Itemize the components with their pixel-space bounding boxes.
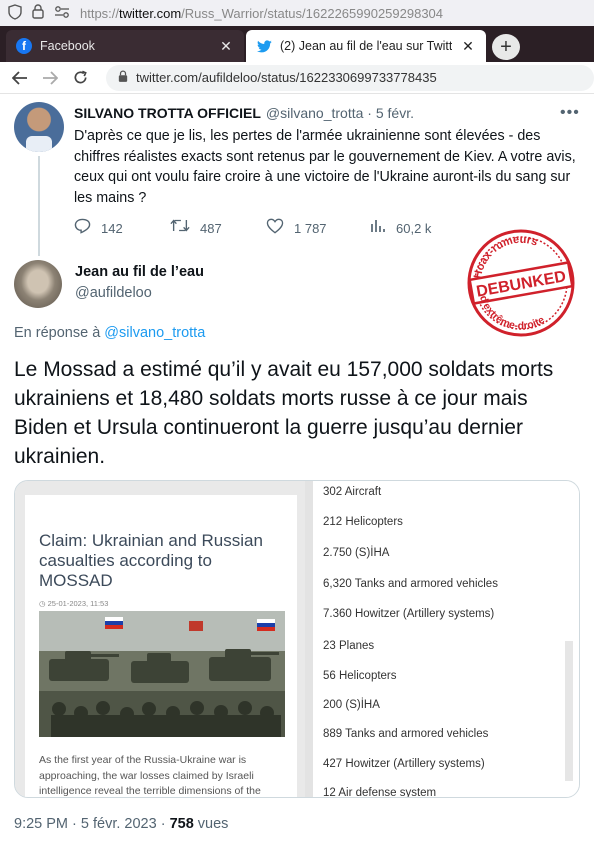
article-screenshot: Claim: Ukrainian and Russian casualties … (15, 481, 305, 797)
permissions-icon[interactable] (54, 5, 70, 22)
tweet-text: D'après ce que je lis, les pertes de l'a… (74, 128, 576, 206)
tab-title: (2) Jean au fil de l'eau sur Twitter (280, 39, 452, 53)
scrollbar (565, 641, 573, 781)
reload-button[interactable] (68, 66, 92, 90)
url-domain: twitter.com (119, 5, 182, 21)
tweet-text: Le Mossad a estimé qu’il y avait eu 157,… (14, 358, 554, 468)
reply-icon (74, 218, 91, 239)
address-bar[interactable]: twitter.com/aufildeloo/status/1622330699… (106, 64, 594, 91)
debunked-stamp: Hoax-rumeurs DEBUNKED d'extrême-droite (463, 225, 579, 341)
tweet-timestamp[interactable]: 9:25 PM · 5 févr. 2023 · (14, 816, 166, 832)
tank-photo (39, 611, 285, 737)
tab-facebook[interactable]: f Facebook ✕ (6, 30, 244, 62)
list-item: 12 Air defense system (323, 787, 437, 798)
url-protocol: https:// (80, 5, 120, 21)
tweet-actions: 142 487 1 787 60,2 k (74, 218, 454, 238)
top-url-bar[interactable]: https://twitter.com/Russ_Warrior/status/… (0, 0, 594, 26)
divider (305, 481, 313, 797)
facebook-icon: f (16, 38, 32, 54)
tweet-metadata: 9:25 PM · 5 févr. 2023 · 758 vues (14, 816, 228, 832)
tab-title: Facebook (40, 39, 95, 53)
list-item: 212 Helicopters (323, 516, 403, 528)
losses-list: 302 Aircraft 212 Helicopters 2.750 (S)İH… (305, 481, 579, 798)
views-count: 60,2 k (396, 220, 432, 236)
analytics-icon (370, 218, 386, 238)
author-name[interactable]: Jean au fil de l’eau (75, 264, 204, 280)
list-item: 889 Tanks and armored vehicles (323, 728, 489, 740)
close-icon[interactable]: ✕ (460, 38, 476, 55)
avatar[interactable] (14, 102, 64, 152)
back-button[interactable] (8, 66, 32, 90)
list-item: 427 Howitzer (Artillery systems) (323, 758, 485, 770)
avatar[interactable] (14, 260, 62, 308)
twitter-icon (256, 38, 272, 54)
reply-button[interactable]: 142 (74, 218, 123, 239)
tab-strip: f Facebook ✕ (2) Jean au fil de l'eau su… (0, 26, 594, 62)
heart-icon (266, 218, 284, 239)
retweet-button[interactable]: 487 (170, 218, 222, 238)
tweet-header: SILVANO TROTTA OFFICIEL @silvano_trotta … (74, 105, 414, 121)
author-handle[interactable]: @aufildeloo (75, 285, 152, 301)
new-tab-button[interactable]: + (492, 34, 520, 60)
list-item: 56 Helicopters (323, 670, 397, 682)
article-date-text: 25-01-2023, 11:53 (47, 599, 109, 608)
views-label: vues (197, 816, 229, 832)
tweet-image[interactable]: Claim: Ukrainian and Russian casualties … (14, 480, 580, 798)
article-date: ◷ 25-01-2023, 11:53 (39, 599, 108, 608)
forward-button[interactable] (38, 66, 62, 90)
list-item: 2.750 (S)İHA (323, 547, 390, 559)
views-button[interactable]: 60,2 k (370, 218, 431, 238)
reply-count: 142 (101, 221, 123, 236)
like-count: 1 787 (294, 221, 327, 236)
plus-icon: + (500, 35, 512, 58)
list-item: 7.360 Howitzer (Artillery systems) (323, 608, 495, 620)
list-item: 23 Planes (323, 640, 375, 652)
list-item: 302 Aircraft (323, 486, 382, 498)
more-options-icon[interactable]: ••• (560, 104, 580, 122)
url-path: /Russ_Warrior/status/1622265990259298304 (181, 5, 444, 21)
reply-context: En réponse à @silvano_trotta (14, 325, 205, 341)
reply-mention-link[interactable]: @silvano_trotta (104, 325, 205, 341)
top-url-text: https://twitter.com/Russ_Warrior/status/… (80, 6, 443, 21)
retweet-count: 487 (200, 220, 222, 236)
like-button[interactable]: 1 787 (266, 218, 327, 239)
clock-icon: ◷ (39, 599, 46, 608)
list-item: 200 (S)İHA (323, 699, 380, 711)
close-icon[interactable]: ✕ (218, 38, 234, 55)
lock-icon (118, 69, 128, 86)
article-body: As the first year of the Russia-Ukraine … (39, 754, 261, 797)
article-panel: Claim: Ukrainian and Russian casualties … (25, 495, 297, 797)
retweet-icon (170, 218, 190, 238)
shield-icon[interactable] (8, 3, 22, 23)
lock-icon (32, 4, 44, 22)
reply-prefix: En réponse à (14, 325, 101, 341)
address-url: twitter.com/aufildeloo/status/1622330699… (136, 70, 437, 85)
author-name[interactable]: SILVANO TROTTA OFFICIEL (74, 105, 261, 121)
tab-twitter[interactable]: (2) Jean au fil de l'eau sur Twitter ✕ (246, 30, 486, 62)
article-title: Claim: Ukrainian and Russian casualties … (39, 531, 263, 590)
author-handle-time[interactable]: @silvano_trotta · 5 févr. (266, 105, 414, 121)
navigation-bar: twitter.com/aufildeloo/status/1622330699… (0, 62, 594, 94)
list-item: 6,320 Tanks and armored vehicles (323, 578, 498, 590)
thread-connector (38, 156, 40, 256)
views-count: 758 (169, 816, 194, 832)
